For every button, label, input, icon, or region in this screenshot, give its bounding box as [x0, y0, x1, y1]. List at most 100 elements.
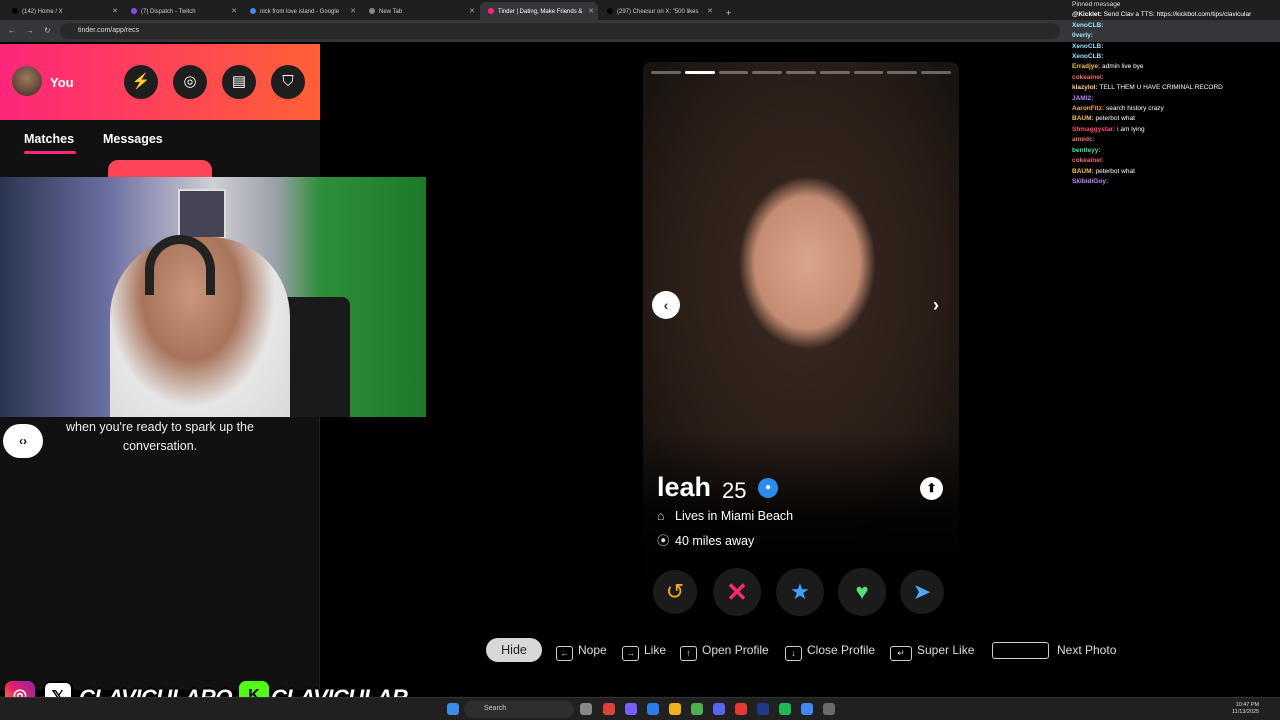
- code-icon: ‹›: [3, 424, 43, 458]
- chrome-icon[interactable]: [603, 703, 615, 715]
- chat-text: TELL THEM U HAVE CRIMINAL RECORD: [1099, 84, 1223, 92]
- hide-shortcuts-button[interactable]: Hide: [486, 638, 542, 662]
- app-icon-1[interactable]: [625, 703, 637, 715]
- chat-username[interactable]: XenoCLB:: [1072, 22, 1103, 29]
- previous-photo-button[interactable]: ‹: [652, 291, 680, 319]
- browser-tab[interactable]: nick from love island - Google ✕: [242, 2, 360, 20]
- taskbar-search[interactable]: Search: [464, 701, 574, 718]
- tab-matches[interactable]: Matches: [24, 132, 74, 146]
- chat-username[interactable]: bentleyy:: [1072, 147, 1101, 154]
- compass-icon[interactable]: ◎: [173, 65, 207, 99]
- photo-progress-segment[interactable]: [819, 71, 850, 74]
- shortcut-super-like: ↵ Super Like: [890, 643, 974, 661]
- tab-favicon-icon: [369, 8, 375, 14]
- chat-text: peterbot what: [1095, 167, 1135, 175]
- next-photo-button[interactable]: ›: [926, 291, 946, 319]
- empty-state-hint: when you're ready to spark up the conver…: [66, 420, 254, 453]
- taskview-icon[interactable]: [580, 703, 592, 715]
- nope-icon[interactable]: ✕: [713, 568, 761, 616]
- reload-icon[interactable]: ↻: [44, 26, 51, 35]
- tab-label: Tinder | Dating, Make Friends &: [498, 9, 583, 15]
- browser-tab[interactable]: (7) Dispatch - Twitch ✕: [123, 2, 241, 20]
- chat-message: cokeainei:: [1064, 156, 1280, 166]
- photo-progress-segment[interactable]: [786, 71, 816, 74]
- boost-icon[interactable]: ➤: [900, 570, 944, 614]
- taskbar: Search 10:47 PM 11/13/2025: [0, 697, 1280, 720]
- new-tab-icon[interactable]: +: [718, 2, 738, 20]
- browser-tab[interactable]: New Tab ✕: [361, 2, 479, 20]
- shortcut-super-like-label: Super Like: [917, 643, 975, 657]
- spotify-icon[interactable]: [779, 703, 791, 715]
- chat-username[interactable]: BAUM:: [1072, 115, 1094, 122]
- chat-message: XenoCLB:: [1064, 52, 1280, 62]
- distance-row: ⦿ 40 miles away: [657, 530, 754, 549]
- photo-progress-segment[interactable]: [718, 71, 749, 74]
- bolt-icon[interactable]: ⚡: [124, 65, 158, 99]
- chat-username[interactable]: 0verly:: [1072, 32, 1093, 39]
- photo-progress-segment[interactable]: [684, 71, 715, 74]
- close-tab-icon[interactable]: ✕: [112, 7, 118, 15]
- close-tab-icon[interactable]: ✕: [469, 7, 475, 15]
- chat-username[interactable]: SkibidiGoy:: [1072, 178, 1108, 185]
- photo-progress-segment[interactable]: [752, 71, 783, 74]
- chat-username[interactable]: amedc:: [1072, 136, 1095, 143]
- shortcut-open-profile: ↑ Open Profile: [680, 643, 769, 661]
- close-tab-icon[interactable]: ✕: [350, 7, 356, 15]
- close-tab-icon[interactable]: ✕: [231, 7, 237, 15]
- like-icon[interactable]: ♥: [838, 568, 886, 616]
- open-profile-arrow-icon[interactable]: ⬆: [920, 477, 943, 500]
- edge-icon[interactable]: [647, 703, 659, 715]
- browser-tab[interactable]: (297) Cheesur on X: "500 likes ✕: [599, 2, 717, 20]
- photo-progress-segment[interactable]: [853, 71, 884, 74]
- chat-username[interactable]: klazyIol:: [1072, 84, 1098, 91]
- chat-message: SkibidiGoy:: [1064, 177, 1280, 187]
- photo-progress-segment[interactable]: [887, 71, 918, 74]
- tab-label: (7) Dispatch - Twitch: [141, 9, 196, 15]
- chat-message: BAUM: peterbot what: [1064, 114, 1280, 124]
- chat-username[interactable]: BAUM:: [1072, 168, 1094, 175]
- system-clock: 10:47 PM 11/13/2025: [1232, 702, 1259, 716]
- steam-icon[interactable]: [823, 703, 835, 715]
- briefcase-icon[interactable]: ▤: [222, 65, 256, 99]
- shortcut-next-photo: Next Photo: [1057, 643, 1116, 657]
- chat-username[interactable]: XenoCLB:: [1072, 53, 1103, 60]
- chat-username[interactable]: Erradjye:: [1072, 63, 1100, 70]
- close-tab-icon[interactable]: ✕: [588, 7, 594, 15]
- super-like-icon[interactable]: ★: [776, 568, 824, 616]
- file-explorer-icon[interactable]: [669, 703, 681, 715]
- up-arrow-key-icon: ↑: [680, 646, 697, 661]
- chat-username[interactable]: AaronFitz:: [1072, 105, 1104, 112]
- photoshop-icon[interactable]: [757, 703, 769, 715]
- sidebar-header: You ⚡ ◎ ▤ ⛉: [0, 44, 320, 120]
- chat-username[interactable]: cokeainei:: [1072, 157, 1104, 164]
- chat-username[interactable]: JAMI2:: [1072, 95, 1093, 102]
- chat-username[interactable]: @Kicklet:: [1072, 11, 1102, 18]
- windows-start-icon[interactable]: [447, 703, 459, 715]
- chat-username[interactable]: cokeainei:: [1072, 74, 1104, 81]
- back-icon[interactable]: ←: [8, 26, 16, 35]
- app-icon-2[interactable]: [691, 703, 703, 715]
- chat-message: @Kicklet: Send Clav a TTS: https://kickb…: [1064, 10, 1280, 20]
- close-tab-icon[interactable]: ✕: [707, 7, 713, 15]
- browser-tab[interactable]: Tinder | Dating, Make Friends & ✕: [480, 2, 598, 20]
- url-field[interactable]: tinder.com/app/recs: [60, 23, 1060, 39]
- photo-progress-segment[interactable]: [651, 71, 681, 74]
- shield-icon[interactable]: ⛉: [271, 65, 305, 99]
- photo-progress-segment[interactable]: [921, 71, 951, 74]
- avatar[interactable]: [12, 66, 42, 96]
- app-icon-3[interactable]: [735, 703, 747, 715]
- forward-icon[interactable]: →: [26, 26, 34, 35]
- chat-username[interactable]: XenoCLB:: [1072, 43, 1103, 50]
- home-icon: ⌂: [657, 509, 665, 523]
- shortcut-like-label: Like: [644, 643, 667, 657]
- chat-text: search history crazy: [1105, 105, 1164, 113]
- profile-card[interactable]: ‹ › leah 25 ● ⬆ ⌂ Lives in Miami Beach ⦿ 4…: [643, 62, 959, 590]
- rewind-icon[interactable]: ↺: [653, 570, 697, 614]
- discord-icon[interactable]: [713, 703, 725, 715]
- app-icon-4[interactable]: [801, 703, 813, 715]
- profile-label[interactable]: You: [50, 75, 74, 90]
- chat-username[interactable]: Shmaggystar:: [1072, 126, 1115, 133]
- tab-messages[interactable]: Messages: [103, 132, 163, 146]
- webcam-overlay: [0, 177, 426, 417]
- browser-tab[interactable]: (142) Home / X ✕: [4, 2, 122, 20]
